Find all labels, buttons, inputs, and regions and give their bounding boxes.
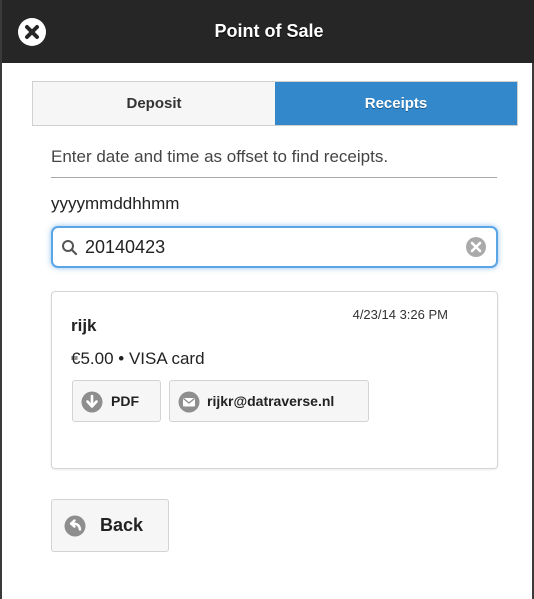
tab-bar: Deposit Receipts	[32, 81, 518, 126]
email-button[interactable]: rijkr@datraverse.nl	[169, 380, 369, 422]
receipt-amount: €5.00 • VISA card	[71, 349, 205, 368]
download-icon	[81, 391, 103, 413]
page-title: Point of Sale	[214, 21, 324, 41]
pdf-button[interactable]: PDF	[72, 380, 161, 422]
tab-receipts[interactable]: Receipts	[275, 82, 517, 125]
back-button-label: Back	[100, 515, 144, 535]
search-input[interactable]	[85, 232, 465, 262]
instruction-text: Enter date and time as offset to find re…	[51, 147, 497, 178]
mail-icon	[178, 391, 200, 413]
pdf-button-label: PDF	[111, 393, 139, 409]
back-arrow-icon	[64, 515, 86, 537]
receipt-card: rijk 4/23/14 3:26 PM €5.00 • VISA card P…	[51, 291, 498, 469]
receipt-name: rijk	[71, 316, 97, 335]
search-field	[51, 226, 498, 268]
header-bar: Point of Sale	[2, 0, 534, 63]
date-format-label: yyyymmddhhmm	[51, 194, 180, 213]
tab-deposit[interactable]: Deposit	[33, 82, 275, 125]
receipt-date: 4/23/14 3:26 PM	[352, 307, 448, 322]
search-icon	[62, 240, 78, 256]
email-button-label: rijkr@datraverse.nl	[207, 393, 335, 409]
app-frame: Point of Sale Deposit Receipts Enter dat…	[0, 0, 534, 599]
clear-icon[interactable]	[465, 236, 487, 258]
back-button[interactable]: Back	[51, 499, 169, 552]
